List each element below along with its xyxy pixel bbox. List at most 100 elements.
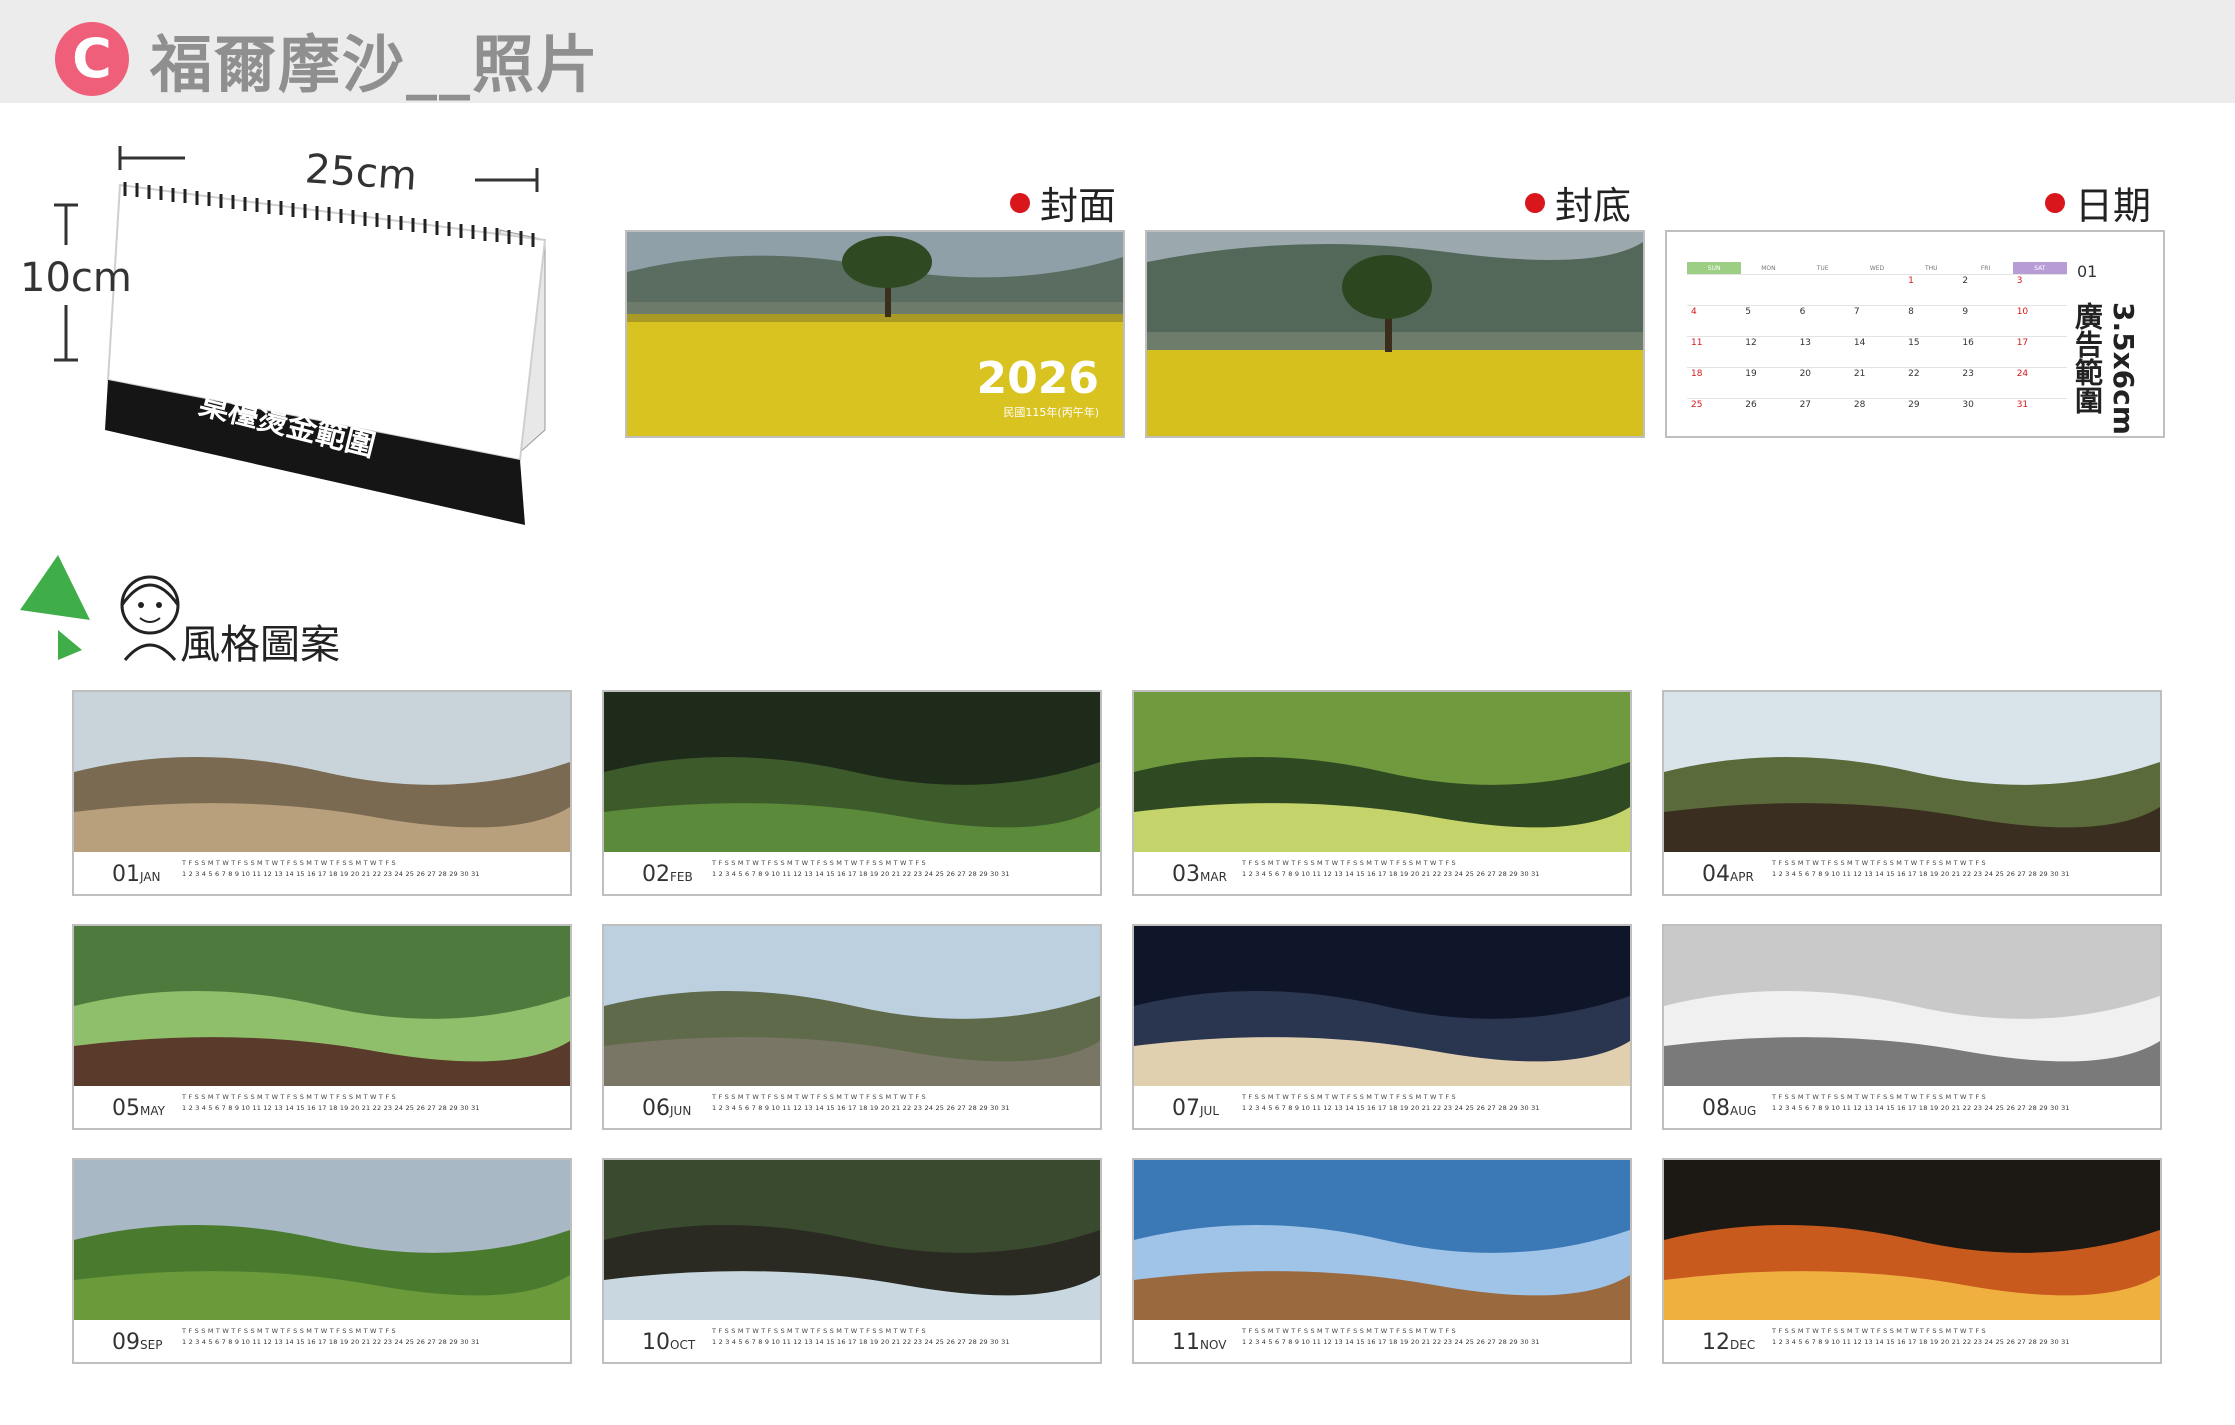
month-number: 06JUN bbox=[642, 1096, 691, 1121]
date-cell: 20 bbox=[1795, 367, 1850, 399]
month-day-strip: 05MAY T F S S M T W T F S S M T W T F S S… bbox=[74, 1086, 570, 1128]
day-numbers-text: 1 2 3 4 5 6 7 8 9 10 11 12 13 14 15 16 1… bbox=[1772, 870, 2070, 878]
date-cell bbox=[1687, 274, 1742, 306]
month-number: 12DEC bbox=[1702, 1330, 1755, 1355]
weekday-letters: T F S S M T W T F S S M T W T F S S M T … bbox=[712, 1093, 926, 1101]
date-cell: 8 bbox=[1904, 305, 1959, 337]
weekday-header: TUE bbox=[1816, 264, 1829, 272]
month-name: JAN bbox=[140, 870, 161, 884]
date-grid: SUN MON TUE WED THU FRI SAT 1 2 3 4 5 6 bbox=[1687, 262, 2067, 429]
month-photo bbox=[74, 926, 570, 1086]
date-cell: 2 bbox=[1958, 274, 2013, 306]
month-photo bbox=[1134, 692, 1630, 852]
month-day-strip: 06JUN T F S S M T W T F S S M T W T F S S… bbox=[604, 1086, 1100, 1128]
date-cell: 28 bbox=[1849, 398, 1905, 429]
month-day-strip: 04APR T F S S M T W T F S S M T W T F S S… bbox=[1664, 852, 2160, 894]
month-number-text: 01 bbox=[112, 862, 140, 887]
day-numbers: T F S S M T W T F S S M T W T F S S M T … bbox=[712, 859, 1010, 878]
month-day-strip: 12DEC T F S S M T W T F S S M T W T F S S… bbox=[1664, 1320, 2160, 1362]
back-heading-text: 封底 bbox=[1555, 184, 1632, 228]
month-number: 08AUG bbox=[1702, 1096, 1756, 1121]
month-number: 11NOV bbox=[1172, 1330, 1226, 1355]
width-dimension-label: 25cm bbox=[303, 146, 419, 200]
cover-year: 2026 bbox=[976, 353, 1099, 404]
month-card: 11NOV T F S S M T W T F S S M T W T F S S… bbox=[1132, 1158, 1632, 1364]
month-number: 07JUL bbox=[1172, 1096, 1219, 1121]
weekday-header: MON bbox=[1761, 264, 1776, 272]
month-name: FEB bbox=[670, 870, 693, 884]
weekday-letters: T F S S M T W T F S S M T W T F S S M T … bbox=[712, 859, 926, 867]
date-cell: 23 bbox=[1958, 367, 2013, 399]
day-numbers-text: 1 2 3 4 5 6 7 8 9 10 11 12 13 14 15 16 1… bbox=[182, 870, 480, 878]
day-numbers-text: 1 2 3 4 5 6 7 8 9 10 11 12 13 14 15 16 1… bbox=[182, 1104, 480, 1112]
desk-calendar-drawing bbox=[54, 146, 547, 525]
date-cell: 9 bbox=[1958, 305, 2013, 337]
day-numbers-text: 1 2 3 4 5 6 7 8 9 10 11 12 13 14 15 16 1… bbox=[712, 870, 1010, 878]
ad-area-label: 3.5x6cm 廣告範圍 bbox=[2071, 302, 2140, 435]
date-heading: 日期 bbox=[2045, 175, 2151, 230]
date-cell: 29 bbox=[1904, 398, 1959, 429]
month-day-strip: 03MAR T F S S M T W T F S S M T W T F S S… bbox=[1134, 852, 1630, 894]
date-cell: 31 bbox=[2012, 398, 2067, 429]
month-number-text: 06 bbox=[642, 1096, 670, 1121]
month-name: SEP bbox=[140, 1338, 163, 1352]
weekday-letters: T F S S M T W T F S S M T W T F S S M T … bbox=[712, 1327, 926, 1335]
day-numbers: T F S S M T W T F S S M T W T F S S M T … bbox=[712, 1327, 1010, 1346]
day-numbers: T F S S M T W T F S S M T W T F S S M T … bbox=[182, 1093, 480, 1112]
month-card: 05MAY T F S S M T W T F S S M T W T F S S… bbox=[72, 924, 572, 1130]
cover-photo: 2026 民國115年(丙午年) bbox=[625, 230, 1125, 438]
date-cell: 1 bbox=[1904, 274, 1959, 306]
cover-heading-text: 封面 bbox=[1040, 184, 1117, 228]
month-name: AUG bbox=[1730, 1104, 1757, 1118]
date-cell bbox=[1795, 274, 1850, 306]
date-cell: 7 bbox=[1849, 305, 1905, 337]
green-arrow-icon bbox=[58, 630, 82, 660]
date-cell: 6 bbox=[1795, 305, 1850, 337]
date-cell: 30 bbox=[1958, 398, 2013, 429]
day-numbers: T F S S M T W T F S S M T W T F S S M T … bbox=[1772, 1093, 2070, 1112]
date-cell: 24 bbox=[2012, 367, 2067, 399]
month-photo bbox=[1664, 1160, 2160, 1320]
month-photo bbox=[1134, 1160, 1630, 1320]
day-numbers: T F S S M T W T F S S M T W T F S S M T … bbox=[1242, 859, 1540, 878]
month-day-strip: 08AUG T F S S M T W T F S S M T W T F S S… bbox=[1664, 1086, 2160, 1128]
month-card: 09SEP T F S S M T W T F S S M T W T F S S… bbox=[72, 1158, 572, 1364]
month-number-text: 02 bbox=[642, 862, 670, 887]
date-heading-text: 日期 bbox=[2075, 184, 2152, 228]
date-cell: 17 bbox=[2012, 336, 2067, 368]
month-day-strip: 11NOV T F S S M T W T F S S M T W T F S S… bbox=[1134, 1320, 1630, 1362]
height-dimension-label: 10cm bbox=[20, 255, 132, 301]
date-cell: 15 bbox=[1904, 336, 1959, 368]
date-cell: 14 bbox=[1849, 336, 1905, 368]
weekday-letters: T F S S M T W T F S S M T W T F S S M T … bbox=[182, 859, 396, 867]
day-numbers: T F S S M T W T F S S M T W T F S S M T … bbox=[1242, 1093, 1540, 1112]
weekday-letters: T F S S M T W T F S S M T W T F S S M T … bbox=[182, 1093, 396, 1101]
day-numbers-text: 1 2 3 4 5 6 7 8 9 10 11 12 13 14 15 16 1… bbox=[712, 1104, 1010, 1112]
style-section-icon bbox=[20, 555, 180, 661]
month-photo bbox=[1134, 926, 1630, 1086]
date-cell: 25 bbox=[1687, 398, 1742, 429]
month-photo bbox=[1664, 926, 2160, 1086]
red-dot-icon bbox=[2045, 192, 2065, 213]
weekday-header: WED bbox=[1869, 264, 1885, 272]
month-photo bbox=[604, 692, 1100, 852]
month-card: 04APR T F S S M T W T F S S M T W T F S S… bbox=[1662, 690, 2162, 896]
back-cover-photo bbox=[1145, 230, 1645, 438]
day-numbers: T F S S M T W T F S S M T W T F S S M T … bbox=[182, 1327, 480, 1346]
date-cell: 4 bbox=[1687, 305, 1742, 337]
day-numbers-text: 1 2 3 4 5 6 7 8 9 10 11 12 13 14 15 16 1… bbox=[1772, 1338, 2070, 1346]
month-card: 03MAR T F S S M T W T F S S M T W T F S S… bbox=[1132, 690, 1632, 896]
date-cell: 16 bbox=[1958, 336, 2013, 368]
month-number: 02FEB bbox=[642, 862, 693, 887]
date-cell: 12 bbox=[1741, 336, 1796, 368]
date-cell: 27 bbox=[1795, 398, 1850, 429]
month-name: NOV bbox=[1200, 1338, 1227, 1352]
month-number-text: 12 bbox=[1702, 1330, 1730, 1355]
month-name: JUL bbox=[1200, 1104, 1220, 1118]
weekday-letters: T F S S M T W T F S S M T W T F S S M T … bbox=[1772, 1327, 1986, 1335]
month-card: 12DEC T F S S M T W T F S S M T W T F S S… bbox=[1662, 1158, 2162, 1364]
page-title: 福爾摩沙__照片 bbox=[150, 28, 601, 101]
day-numbers-text: 1 2 3 4 5 6 7 8 9 10 11 12 13 14 15 16 1… bbox=[712, 1338, 1010, 1346]
month-photo bbox=[74, 1160, 570, 1320]
red-dot-icon bbox=[1525, 192, 1545, 213]
